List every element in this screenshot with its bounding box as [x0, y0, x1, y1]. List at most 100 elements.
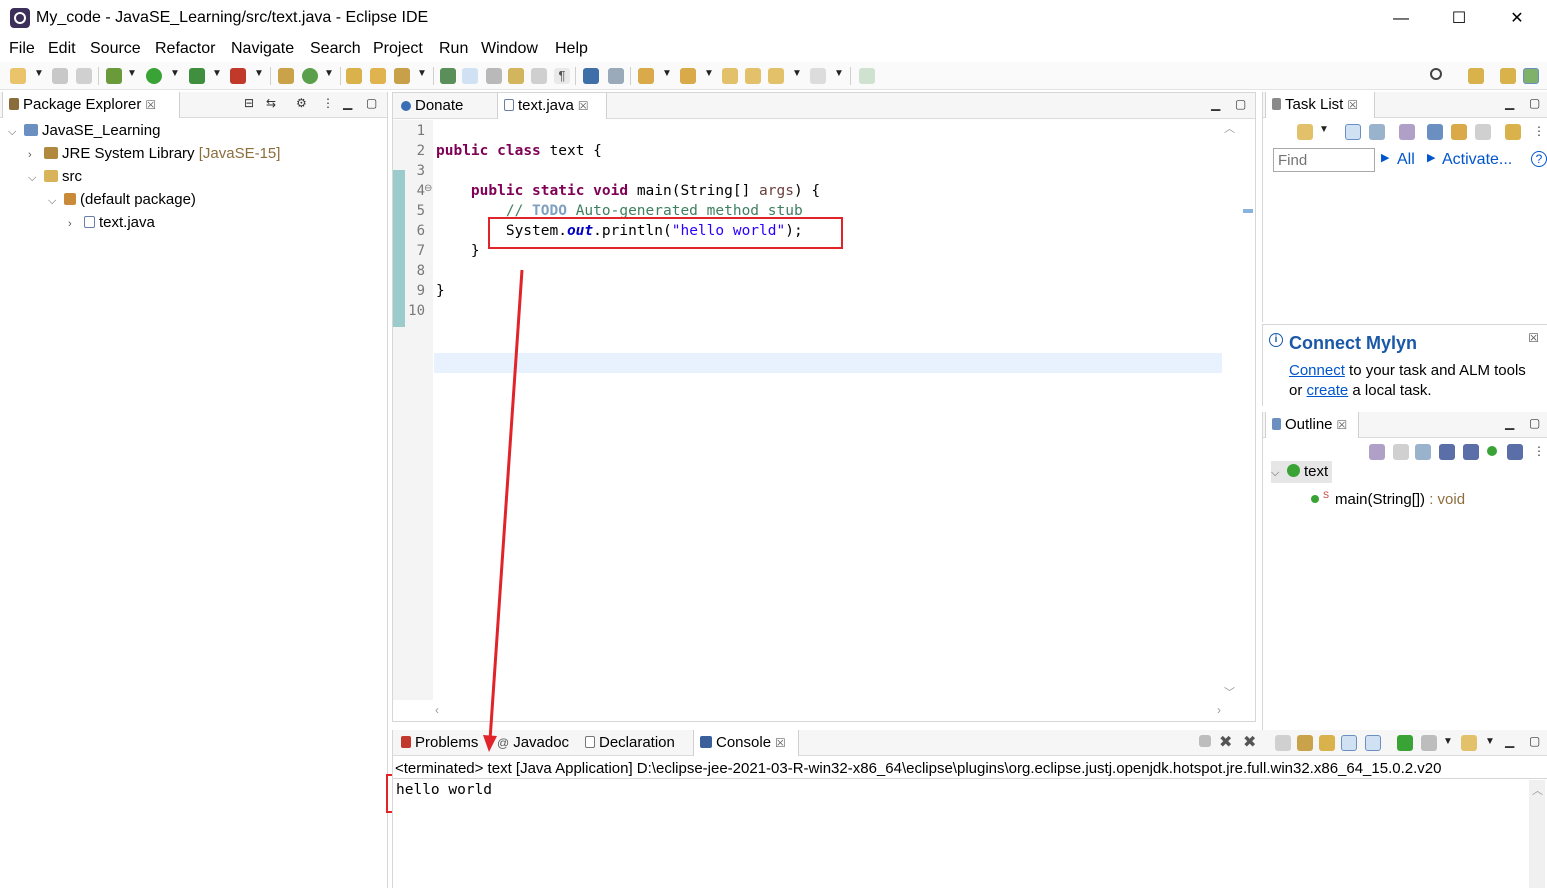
chevron-down-icon[interactable]: ▼ — [1485, 736, 1495, 747]
fold-toggle-icon[interactable]: ⊖ — [424, 183, 432, 194]
chevron-down-icon[interactable]: ▼ — [34, 68, 44, 79]
new-class-icon[interactable] — [302, 68, 318, 84]
console-output[interactable]: hello world — [396, 782, 492, 798]
clear-console-icon[interactable] — [1275, 735, 1291, 751]
display-console-icon[interactable] — [1421, 735, 1437, 751]
link-editor-icon[interactable]: ⇆ — [266, 96, 276, 110]
close-icon[interactable]: ☒ — [578, 99, 589, 113]
close-icon[interactable]: ☒ — [1337, 418, 1348, 432]
code-line-2[interactable]: public class text { — [436, 143, 602, 159]
open-perspective-icon[interactable] — [1468, 68, 1484, 84]
code-line-9[interactable]: } — [436, 283, 445, 299]
chevron-down-icon[interactable]: ▼ — [212, 68, 222, 79]
tab-donate[interactable]: Donate — [395, 93, 495, 119]
new-java-project-icon[interactable] — [278, 68, 294, 84]
sort-icon[interactable] — [1415, 444, 1431, 460]
code-line-7[interactable]: } — [436, 243, 480, 259]
focus-icon[interactable] — [1369, 444, 1385, 460]
show-view-icon[interactable] — [583, 68, 599, 84]
chevron-down-icon[interactable]: ▼ — [1443, 736, 1453, 747]
minimize-view-icon[interactable]: ▁ — [1505, 734, 1514, 748]
editor-horizontal-scrollbar[interactable]: ‹ › — [433, 703, 1223, 719]
collapse-all-icon[interactable] — [1475, 124, 1491, 140]
chevron-down-icon[interactable]: ▼ — [254, 68, 264, 79]
connect-link[interactable]: Connect — [1289, 362, 1345, 379]
hide-fields-icon[interactable] — [1439, 444, 1455, 460]
chevron-down-icon[interactable]: ▼ — [704, 68, 714, 79]
last-edit-location-icon[interactable] — [722, 68, 738, 84]
maximize-view-icon[interactable]: ▢ — [1529, 416, 1540, 430]
outline-method-row[interactable]: Smain(String[]) : void — [1309, 484, 1465, 508]
skip-breakpoints-icon[interactable] — [608, 68, 624, 84]
filters-icon[interactable]: ⚙ — [296, 96, 307, 110]
chevron-down-icon[interactable]: ▼ — [324, 68, 334, 79]
annotation-icon[interactable] — [440, 68, 456, 84]
tab-task-list[interactable]: Task List ☒ — [1265, 92, 1375, 118]
remove-all-icon[interactable]: ✖ — [1243, 732, 1256, 752]
previous-annotation-icon[interactable] — [680, 68, 696, 84]
task-find-input[interactable] — [1273, 148, 1375, 172]
tab-text-java[interactable]: text.java ☒ — [497, 93, 607, 119]
java-perspective-icon[interactable] — [1523, 68, 1539, 84]
show-on-stdout-icon[interactable] — [1341, 735, 1357, 751]
scroll-lock-icon[interactable] — [1297, 735, 1313, 751]
synchronize-icon[interactable] — [1505, 124, 1521, 140]
menu-search[interactable]: Search — [310, 40, 361, 58]
open-type-icon[interactable] — [346, 68, 362, 84]
toggle-breadcrumb-icon[interactable] — [486, 68, 502, 84]
help-icon[interactable]: ? — [1531, 151, 1547, 167]
collapse-all-icon[interactable]: ⊟ — [244, 96, 254, 110]
all-link[interactable]: All — [1397, 151, 1415, 169]
next-annotation-icon[interactable] — [638, 68, 654, 84]
hide-completed-icon[interactable] — [1427, 124, 1443, 140]
minimize-view-icon[interactable]: ▁ — [1505, 416, 1514, 430]
tree-file[interactable]: › text.java — [68, 212, 155, 234]
search-icon[interactable] — [1430, 68, 1442, 80]
chevron-down-icon[interactable]: ▼ — [792, 68, 802, 79]
save-all-icon[interactable] — [76, 68, 92, 84]
open-task-icon[interactable] — [370, 68, 386, 84]
maximize-view-icon[interactable]: ▢ — [1529, 96, 1540, 110]
show-whitespace-icon[interactable]: ¶ — [554, 68, 570, 84]
maximize-view-icon[interactable]: ▢ — [1235, 97, 1246, 111]
pin-editor-icon[interactable] — [859, 68, 875, 84]
coverage-icon[interactable] — [189, 68, 205, 84]
close-button[interactable]: ✕ — [1502, 6, 1532, 32]
view-menu-icon[interactable]: ⋮ — [322, 96, 334, 110]
hide-local-types-icon[interactable] — [1507, 444, 1523, 460]
maximize-view-icon[interactable]: ▢ — [1529, 734, 1540, 748]
chevron-down-icon[interactable]: ▼ — [834, 68, 844, 79]
menu-edit[interactable]: Edit — [48, 40, 76, 58]
tab-problems[interactable]: Problems — [395, 730, 493, 756]
chevron-down-icon[interactable]: ⌵ — [28, 167, 42, 189]
menu-refactor[interactable]: Refactor — [155, 40, 215, 58]
tree-default-package[interactable]: ⌵ (default package) — [48, 189, 196, 211]
menu-project[interactable]: Project — [373, 40, 423, 58]
minimize-button[interactable]: — — [1386, 6, 1416, 32]
run-icon[interactable] — [146, 68, 162, 84]
tree-jre[interactable]: › JRE System Library [JavaSE-15] — [28, 143, 280, 165]
minimize-view-icon[interactable]: ▁ — [343, 96, 352, 110]
save-icon[interactable] — [52, 68, 68, 84]
chevron-down-icon[interactable]: ▼ — [127, 68, 137, 79]
activate-link[interactable]: Activate... — [1442, 151, 1512, 169]
tab-declaration[interactable]: Declaration — [579, 730, 691, 756]
outline-class-row[interactable]: ⌵ text — [1271, 461, 1333, 483]
chevron-right-icon[interactable]: › — [28, 144, 42, 166]
pin-console-icon[interactable] — [1397, 735, 1413, 751]
maximize-button[interactable]: ☐ — [1444, 6, 1474, 32]
close-icon[interactable]: ☒ — [775, 736, 786, 750]
chevron-down-icon[interactable]: ▼ — [662, 68, 672, 79]
overview-ruler-marker[interactable] — [1243, 209, 1253, 213]
editor-vertical-scrollbar[interactable]: ︿ ﹀ — [1223, 120, 1237, 700]
filter-icon[interactable] — [1451, 124, 1467, 140]
scheduled-icon[interactable] — [1369, 124, 1385, 140]
close-icon[interactable]: ☒ — [145, 98, 156, 112]
chevron-down-icon[interactable]: ▼ — [1319, 124, 1329, 135]
chevron-down-icon[interactable]: ▼ — [417, 68, 427, 79]
menu-source[interactable]: Source — [90, 40, 141, 58]
categorized-icon[interactable] — [1345, 124, 1361, 140]
view-menu-icon[interactable]: ⋮ — [1533, 444, 1545, 458]
terminate-icon[interactable] — [1199, 735, 1211, 747]
toggle-mark-occurrences-icon[interactable] — [462, 68, 478, 84]
